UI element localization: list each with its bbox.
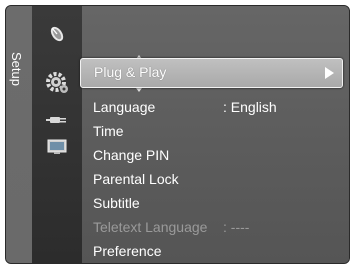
plug-icon[interactable] — [43, 107, 71, 133]
side-tab-title: Setup — [9, 52, 24, 86]
menu-item-plug-and-play[interactable]: Plug & Play — [80, 58, 343, 88]
screen-icon[interactable] — [43, 134, 71, 160]
menu-item-preference[interactable]: Preference — [93, 243, 161, 259]
language-value: : English — [223, 99, 277, 115]
menu-item-time[interactable]: Time — [93, 123, 124, 139]
menu-item-language[interactable]: Language — [93, 99, 155, 115]
teletext-language-value: : ---- — [223, 219, 250, 235]
menu-item-teletext-language: Teletext Language — [93, 219, 208, 235]
menu-item-label: Plug & Play — [94, 64, 167, 80]
side-tab: Setup — [6, 6, 32, 263]
menu-item-change-pin[interactable]: Change PIN — [93, 147, 169, 163]
menu-item-parental-lock[interactable]: Parental Lock — [93, 171, 179, 187]
gear-icon[interactable] — [43, 69, 71, 95]
scroll-down-icon[interactable] — [136, 88, 142, 92]
satellite-dish-icon[interactable] — [43, 21, 71, 47]
menu-item-subtitle[interactable]: Subtitle — [93, 195, 140, 211]
chevron-right-icon — [325, 67, 334, 79]
category-icon-column — [32, 6, 82, 263]
